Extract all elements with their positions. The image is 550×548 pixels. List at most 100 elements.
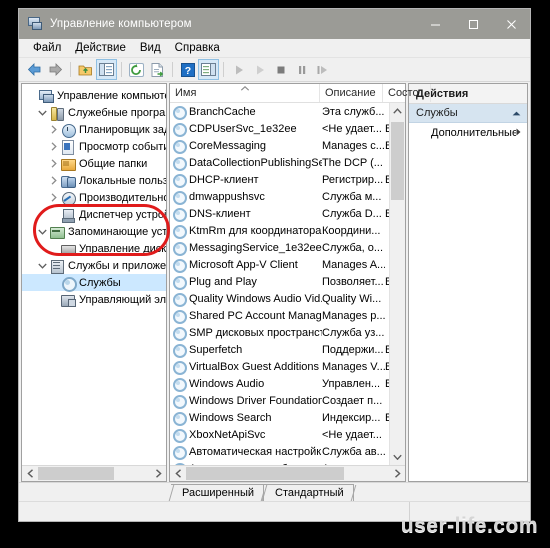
service-gear-icon [172, 309, 187, 324]
back-icon[interactable] [24, 59, 45, 80]
action-item-more-actions[interactable]: Дополнительные дей... [409, 123, 527, 142]
stop-service-icon[interactable] [270, 59, 291, 80]
table-row[interactable]: dmwappushsvc Служба м... [170, 188, 389, 205]
chevron-right-icon[interactable] [47, 176, 60, 185]
column-header-state[interactable]: Состо [383, 84, 431, 102]
table-row[interactable]: DNS-клиентСлужба D...Выпол [170, 205, 389, 222]
tree-item[interactable]: Планировщик заданий [22, 121, 166, 138]
chevron-down-icon[interactable] [36, 229, 49, 235]
column-header-name-label: Имя [175, 87, 197, 99]
close-button[interactable] [492, 9, 530, 39]
chevron-up-icon[interactable] [512, 107, 521, 119]
table-row[interactable]: Windows Driver Foundation... Создает п... [170, 392, 389, 409]
tree-item[interactable]: Диспетчер устройств [22, 206, 166, 223]
table-row[interactable]: MessagingService_1e32ee Служба, о... [170, 239, 389, 256]
tree-hscroll-track[interactable] [38, 466, 150, 481]
tab-standard[interactable]: Стандартный [264, 484, 354, 501]
list-horizontal-scrollbar[interactable] [170, 465, 405, 481]
table-row[interactable]: BranchCache Эта служб... [170, 103, 389, 120]
cell-description: Manages c... [322, 139, 385, 152]
actions-group-services[interactable]: Службы [409, 104, 527, 123]
services-rows[interactable]: BranchCache Эта служб... CDPUserSvc_1e32ee… [170, 103, 389, 465]
tools-icon [49, 106, 65, 121]
menu-action[interactable]: Действие [68, 39, 133, 58]
list-vscroll-thumb[interactable] [391, 122, 404, 200]
chevron-right-icon[interactable] [47, 142, 60, 151]
list-vertical-scrollbar[interactable] [389, 103, 405, 465]
column-header-name[interactable]: Имя [170, 84, 320, 102]
tree-item[interactable]: Служебные программы [22, 104, 166, 121]
menu-view[interactable]: Вид [133, 39, 168, 58]
maximize-button[interactable] [454, 9, 492, 39]
computer-management-window: Управление компьютером Файл Действие Вид… [18, 8, 531, 522]
tree-item[interactable]: Общие папки [22, 155, 166, 172]
column-header-description[interactable]: Описание [320, 84, 383, 102]
tree-item[interactable]: Управление компьютером (л [22, 87, 166, 104]
cell-description: Manages V... [322, 360, 385, 373]
scroll-down-icon[interactable] [390, 449, 405, 465]
table-row[interactable]: Windows AudioУправлен...Выпол [170, 375, 389, 392]
scroll-right-icon[interactable] [389, 466, 405, 481]
start-service-icon[interactable] [228, 59, 249, 80]
menu-file[interactable]: Файл [26, 39, 68, 58]
table-row[interactable]: Shared PC Account Manager Manages p... [170, 307, 389, 324]
list-body: BranchCache Эта служб... CDPUserSvc_1e32ee… [170, 103, 405, 465]
table-row[interactable]: Quality Windows Audio Vid... Quality Wi..… [170, 290, 389, 307]
tree-item[interactable]: Управление дисками [22, 240, 166, 257]
resume-service-icon[interactable] [249, 59, 270, 80]
chevron-down-icon[interactable] [36, 263, 49, 269]
chevron-down-icon[interactable] [36, 110, 49, 116]
scroll-up-icon[interactable] [390, 103, 405, 119]
scroll-right-icon[interactable] [150, 466, 166, 481]
table-row[interactable]: Microsoft App-V Client Manages A... [170, 256, 389, 273]
window-body: Управление компьютером (л Служебные прогр… [19, 82, 530, 482]
table-row[interactable]: SMP дисковых пространст... Служба уз... [170, 324, 389, 341]
list-hscroll-track[interactable] [186, 466, 389, 481]
show-action-pane-icon[interactable] [198, 59, 219, 80]
perf-icon [60, 191, 76, 206]
chevron-right-icon[interactable] [47, 159, 60, 168]
console-tree[interactable]: Управление компьютером (л Служебные прогр… [22, 84, 166, 465]
refresh-icon[interactable] [126, 59, 147, 80]
scroll-left-icon[interactable] [22, 466, 38, 481]
tree-item[interactable]: Запоминающие устройст [22, 223, 166, 240]
menu-help[interactable]: Справка [168, 39, 227, 58]
service-gear-icon [172, 275, 187, 290]
list-hscroll-thumb[interactable] [186, 467, 345, 480]
tree-horizontal-scrollbar[interactable] [22, 465, 166, 481]
pause-service-icon[interactable] [291, 59, 312, 80]
table-row[interactable]: Автоматическая настройк... Служба ав... [170, 443, 389, 460]
table-row[interactable]: VirtualBox Guest Additions ... Manages V.… [170, 358, 389, 375]
restart-service-icon[interactable] [312, 59, 333, 80]
chevron-right-icon[interactable] [47, 125, 60, 134]
tree-item[interactable]: Просмотр событий [22, 138, 166, 155]
forward-icon[interactable] [45, 59, 66, 80]
table-row[interactable]: CoreMessagingManages c...Выпол [170, 137, 389, 154]
tree-item[interactable]: Локальные пользовате [22, 172, 166, 189]
clock-icon [60, 123, 76, 138]
export-list-icon[interactable] [147, 59, 168, 80]
minimize-button[interactable] [416, 9, 454, 39]
table-row[interactable]: XboxNetApiSvc <Не удает... [170, 426, 389, 443]
chevron-right-icon[interactable] [47, 193, 60, 202]
table-row[interactable]: SuperfetchПоддержи...Выпол [170, 341, 389, 358]
table-row[interactable]: KtmRm для координатора ... Координи... [170, 222, 389, 239]
tree-item[interactable]: Службы и приложения [22, 257, 166, 274]
help-icon[interactable]: ? [177, 59, 198, 80]
tree-item[interactable]: Производительность [22, 189, 166, 206]
up-folder-icon[interactable] [75, 59, 96, 80]
tab-extended[interactable]: Расширенный [171, 484, 264, 501]
tree-item[interactable]: Службы [22, 274, 166, 292]
tree-hscroll-thumb[interactable] [38, 467, 115, 480]
scroll-left-icon[interactable] [170, 466, 186, 481]
tree-item[interactable]: Управляющий элемен [22, 291, 166, 308]
table-row[interactable]: CDPUserSvc_1e32ee<Не удает...Выпол [170, 120, 389, 137]
show-console-tree-icon[interactable] [96, 59, 117, 80]
cell-name: KtmRm для координатора ... [189, 224, 322, 237]
table-row[interactable]: DataCollectionPublishingSe... The DCP (..… [170, 154, 389, 171]
list-vscroll-track[interactable] [390, 119, 405, 449]
table-row[interactable]: Plug and PlayПозволяет...Выпол [170, 273, 389, 290]
computer-management-icon [27, 16, 43, 32]
table-row[interactable]: DHCP-клиентРегистрир...Выпол [170, 171, 389, 188]
table-row[interactable]: Windows SearchИндексир...Выпол [170, 409, 389, 426]
